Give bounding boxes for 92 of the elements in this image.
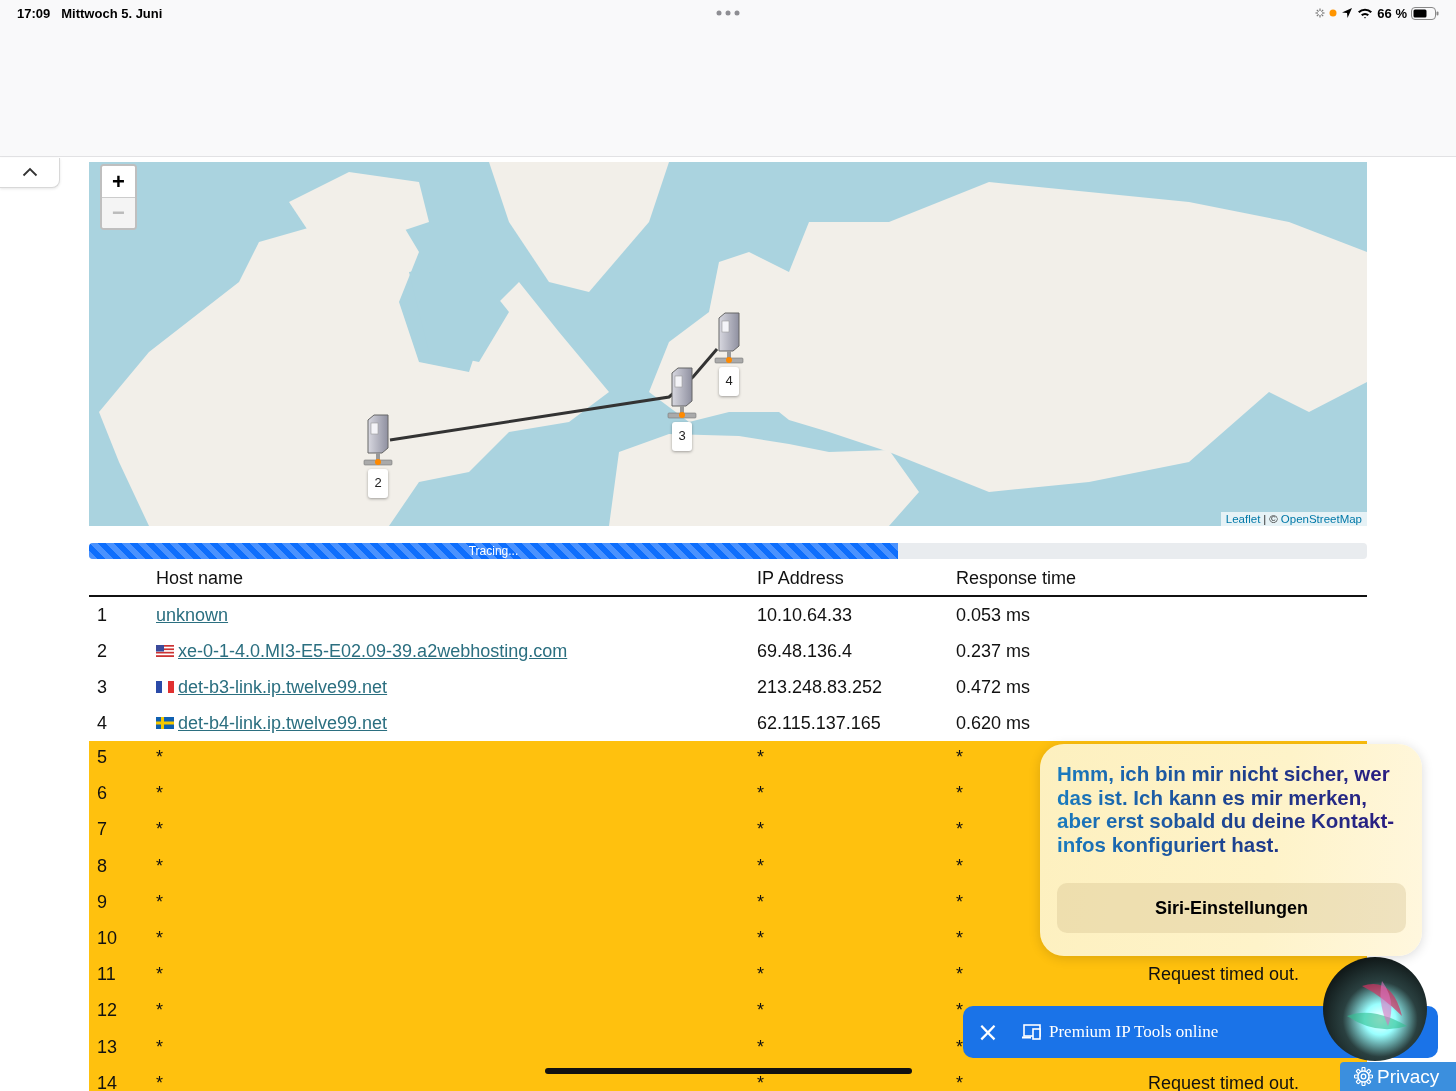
host-link[interactable]: det-b3-link.ip.twelve99.net — [178, 676, 388, 698]
marker-label: 3 — [672, 422, 692, 451]
timeout-message: Request timed out. — [1148, 964, 1300, 986]
copyright-text: © — [1269, 513, 1278, 525]
ip-address: * — [757, 927, 764, 949]
hop-number: 8 — [97, 855, 107, 877]
ip-address: * — [757, 819, 764, 841]
flag-icon — [156, 645, 174, 657]
hop-number: 9 — [97, 891, 107, 913]
column-header: IP Address — [757, 567, 844, 589]
response-time: 0.053 ms — [956, 604, 1031, 626]
ip-address: * — [757, 747, 764, 768]
host-name: * — [156, 927, 163, 949]
ip-address: * — [757, 1036, 764, 1058]
progress-label: Tracing... — [468, 544, 519, 558]
response-time: 0.620 ms — [956, 712, 1031, 734]
host-name: * — [156, 855, 163, 877]
hop-number: 4 — [97, 712, 107, 734]
more-dots-icon[interactable] — [716, 10, 740, 16]
ip-address: * — [757, 783, 764, 805]
hop-number: 2 — [97, 640, 107, 662]
openstreetmap-link[interactable]: OpenStreetMap — [1280, 513, 1362, 525]
hop-number: 12 — [97, 1000, 118, 1022]
server-icon[interactable] — [362, 414, 394, 466]
siri-orb-icon[interactable] — [1322, 956, 1428, 1062]
location-arrow-icon — [1341, 7, 1354, 19]
clock-time: 17:09 — [17, 5, 51, 21]
host-name: * — [156, 747, 163, 768]
host-link[interactable]: det-b4-link.ip.twelve99.net — [178, 712, 388, 734]
host-link[interactable]: xe-0-1-4.0.MI3-E5-E02.09-39.a2webhosting.com — [178, 640, 568, 662]
flag-icon — [156, 717, 174, 729]
battery-percent: 66 % — [1377, 5, 1407, 21]
server-icon[interactable] — [713, 312, 745, 364]
ip-address: 213.248.83.252 — [757, 676, 883, 698]
hop-number: 3 — [97, 676, 107, 698]
response-time: * — [956, 783, 963, 805]
hop-number: 10 — [97, 927, 118, 949]
close-button[interactable]: × — [975, 1019, 1001, 1045]
response-time: * — [956, 747, 963, 768]
column-header: Host name — [156, 567, 244, 589]
ip-address: 69.48.136.4 — [757, 640, 853, 662]
ip-address: 10.10.64.33 — [757, 604, 853, 626]
host-name: * — [156, 783, 163, 805]
response-time: * — [956, 1036, 963, 1058]
devices-icon — [1022, 1024, 1042, 1040]
response-time: * — [956, 1000, 963, 1022]
host-name: * — [156, 964, 163, 986]
response-time: * — [956, 1072, 963, 1091]
marker-label: 2 — [368, 469, 388, 498]
ip-address: * — [757, 1072, 764, 1091]
activity-spinner-icon — [1315, 8, 1326, 18]
chevron-up-icon — [21, 167, 38, 177]
column-header: Response time — [956, 567, 1077, 589]
host-name: * — [156, 1072, 163, 1091]
siri-settings-button[interactable]: Siri-Einstellungen — [1057, 883, 1406, 933]
collapse-tab[interactable] — [0, 158, 60, 188]
battery-icon — [1411, 6, 1439, 20]
host-link[interactable]: unknown — [156, 604, 229, 626]
settings-icon — [1354, 1067, 1373, 1086]
ip-address: * — [757, 855, 764, 877]
response-time: * — [956, 927, 963, 949]
ip-address: * — [757, 891, 764, 913]
host-name: * — [156, 1036, 163, 1058]
hop-number: 11 — [97, 964, 116, 986]
ip-address: 62.115.137.165 — [757, 712, 881, 734]
response-time: 0.472 ms — [956, 676, 1031, 698]
response-time: * — [956, 819, 963, 841]
marker-label: 4 — [719, 367, 739, 396]
date-text: Mittwoch 5. Juni — [61, 5, 163, 21]
privacy-button[interactable]: Privacy — [1340, 1062, 1456, 1091]
hop-number: 1 — [97, 604, 107, 626]
server-icon[interactable] — [666, 367, 698, 419]
response-time: * — [956, 964, 963, 986]
hop-number: 14 — [97, 1072, 118, 1091]
recording-dot-icon — [1329, 9, 1338, 17]
host-name: * — [156, 891, 163, 913]
hop-number: 7 — [97, 819, 107, 841]
response-time: 0.237 ms — [956, 640, 1031, 662]
host-name: * — [156, 1000, 163, 1022]
separator-text: | — [1263, 513, 1267, 525]
host-name: * — [156, 819, 163, 841]
hop-number: 13 — [97, 1036, 118, 1058]
banner-text[interactable]: Premium IP Tools online — [1049, 1022, 1219, 1042]
response-time: * — [956, 891, 963, 913]
hop-number: 6 — [97, 783, 107, 805]
flag-icon — [156, 681, 174, 693]
hop-number: 5 — [97, 747, 107, 768]
ip-address: * — [757, 964, 764, 986]
leaflet-link[interactable]: Leaflet — [1225, 513, 1261, 525]
response-time: * — [956, 855, 963, 877]
ip-address: * — [757, 1000, 764, 1022]
wifi-icon — [1357, 7, 1374, 19]
